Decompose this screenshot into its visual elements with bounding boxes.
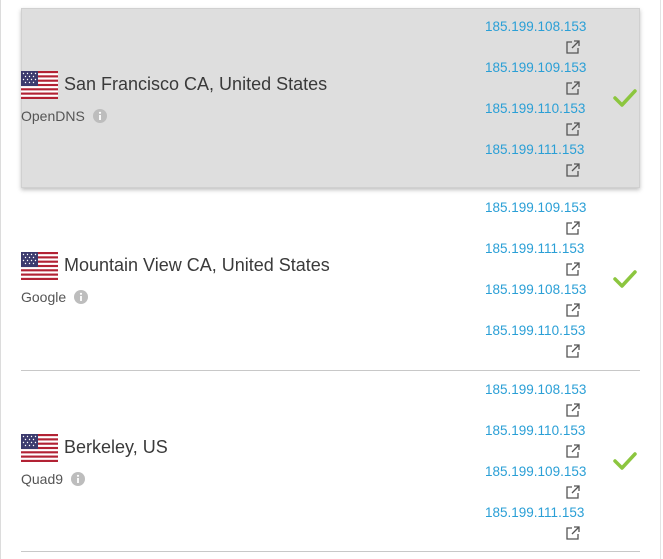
external-link-icon[interactable] [565, 39, 581, 55]
ip-item: 185.199.109.153 [483, 464, 603, 505]
external-link-icon[interactable] [565, 220, 581, 236]
ip-item: 185.199.109.153 [483, 200, 603, 241]
external-link-icon[interactable] [565, 343, 581, 359]
ip-address-link[interactable]: 185.199.108.153 [485, 282, 586, 297]
ip-address-link[interactable]: 185.199.110.153 [485, 323, 585, 338]
server-row-berkeley[interactable]: Berkeley, US Quad9 185.199.108.153 185.1… [21, 371, 640, 551]
us-flag-icon [21, 252, 58, 280]
location-name: San Francisco CA, United States [64, 74, 328, 94]
external-link-icon[interactable] [565, 162, 581, 178]
ip-address-link[interactable]: 185.199.109.153 [485, 464, 586, 479]
ip-item: 185.199.108.153 [483, 382, 603, 423]
ip-address-link[interactable]: 185.199.108.153 [485, 382, 586, 397]
ip-address-link[interactable]: 185.199.110.153 [485, 101, 585, 116]
ip-address-link[interactable]: 185.199.111.153 [485, 505, 584, 520]
external-link-icon[interactable] [565, 443, 581, 459]
ip-item: 185.199.110.153 [483, 323, 603, 364]
us-flag-icon [21, 434, 58, 462]
ip-item: 185.199.108.153 [483, 282, 603, 323]
ip-address-link[interactable]: 185.199.109.153 [485, 60, 586, 75]
ip-item: 185.199.111.153 [483, 142, 603, 183]
info-icon[interactable] [71, 472, 86, 486]
ip-address-link[interactable]: 185.199.111.153 [485, 241, 584, 256]
ip-item: 185.199.111.153 [483, 505, 603, 546]
info-icon[interactable] [92, 109, 107, 123]
server-row-mountain-view[interactable]: Mountain View CA, United States Google 1… [21, 189, 640, 370]
location-name: Berkeley, US [64, 437, 168, 457]
ip-address-link[interactable]: 185.199.111.153 [485, 142, 584, 157]
server-row-san-francisco[interactable]: San Francisco CA, United States OpenDNS … [21, 8, 640, 188]
row-divider [21, 551, 640, 552]
checkmark-icon [613, 452, 637, 470]
ip-address-link[interactable]: 185.199.109.153 [485, 200, 586, 215]
external-link-icon[interactable] [565, 121, 581, 137]
external-link-icon[interactable] [565, 302, 581, 318]
provider-label: Quad9 [21, 471, 86, 487]
external-link-icon[interactable] [565, 525, 581, 541]
external-link-icon[interactable] [565, 261, 581, 277]
provider-name: Quad9 [21, 471, 64, 487]
checkmark-icon [613, 270, 637, 288]
provider-name: Google [21, 289, 67, 305]
location-name: Mountain View CA, United States [64, 255, 330, 275]
ip-item: 185.199.108.153 [483, 19, 603, 60]
external-link-icon[interactable] [565, 80, 581, 96]
ip-item: 185.199.110.153 [483, 423, 603, 464]
info-icon[interactable] [74, 290, 89, 304]
ip-item: 185.199.109.153 [483, 60, 603, 101]
ip-list: 185.199.109.153 185.199.111.153 185.199.… [483, 200, 603, 364]
ip-address-link[interactable]: 185.199.110.153 [485, 423, 585, 438]
external-link-icon[interactable] [565, 402, 581, 418]
ip-list: 185.199.108.153 185.199.109.153 185.199.… [483, 19, 603, 183]
left-border [0, 0, 1, 559]
provider-label: Google [21, 289, 89, 305]
us-flag-icon [21, 71, 58, 99]
ip-list: 185.199.108.153 185.199.110.153 185.199.… [483, 382, 603, 546]
scrollbar-track[interactable] [660, 0, 661, 559]
provider-label: OpenDNS [21, 108, 107, 124]
ip-item: 185.199.111.153 [483, 241, 603, 282]
ip-address-link[interactable]: 185.199.108.153 [485, 19, 586, 34]
ip-item: 185.199.110.153 [483, 101, 603, 142]
provider-name: OpenDNS [21, 108, 85, 124]
external-link-icon[interactable] [565, 484, 581, 500]
checkmark-icon [613, 89, 637, 107]
